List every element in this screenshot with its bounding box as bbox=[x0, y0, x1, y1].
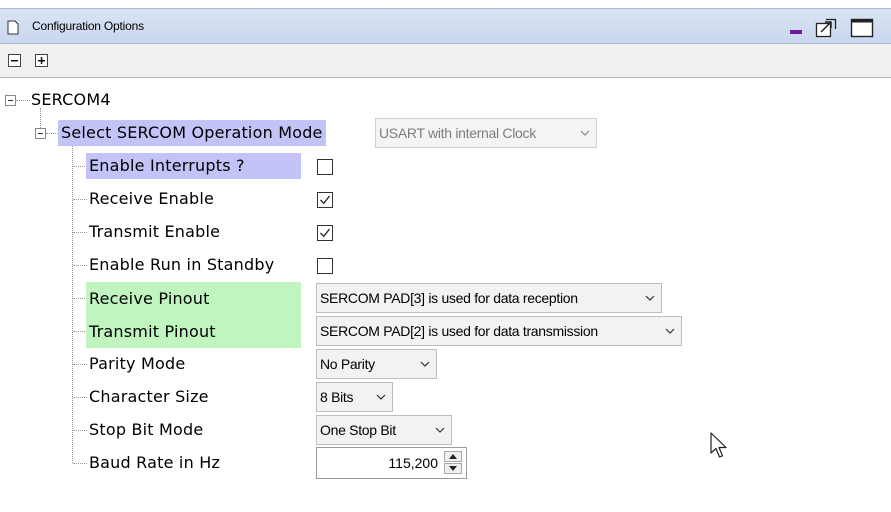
checkmark-icon bbox=[320, 228, 331, 238]
run-standby-checkbox[interactable] bbox=[317, 258, 333, 274]
chevron-down-icon bbox=[580, 130, 590, 136]
baud-rate-value[interactable]: 115,200 bbox=[388, 448, 438, 478]
tree-toolbar bbox=[0, 44, 891, 78]
tree-connector bbox=[73, 397, 87, 398]
tree-connector bbox=[73, 298, 87, 299]
parity-mode-label: Parity Mode bbox=[89, 354, 186, 373]
panel-titlebar: Configuration Options bbox=[0, 8, 891, 44]
minimize-icon[interactable] bbox=[788, 18, 806, 40]
tree-connector bbox=[73, 430, 87, 431]
spin-up-button[interactable] bbox=[444, 451, 462, 462]
tree-connector bbox=[73, 463, 87, 464]
checkmark-icon bbox=[320, 195, 331, 205]
operation-mode-value: USART with internal Clock bbox=[379, 125, 536, 141]
tree-connector bbox=[73, 364, 87, 365]
stop-bit-label: Stop Bit Mode bbox=[89, 420, 204, 439]
interrupts-label: Enable Interrupts ? bbox=[86, 153, 301, 179]
transmit-enable-checkbox[interactable] bbox=[317, 225, 333, 241]
receive-pinout-label: Receive Pinout bbox=[86, 282, 301, 315]
receive-enable-checkbox[interactable] bbox=[317, 192, 333, 208]
transmit-enable-label: Transmit Enable bbox=[89, 222, 221, 241]
baud-rate-spinner[interactable]: 115,200 bbox=[316, 447, 467, 479]
collapse-toggle-icon[interactable] bbox=[5, 95, 16, 106]
document-icon bbox=[7, 20, 19, 39]
stop-bit-value: One Stop Bit bbox=[320, 422, 396, 438]
chevron-down-icon bbox=[376, 394, 386, 400]
expand-all-icon[interactable] bbox=[35, 52, 48, 71]
restore-icon[interactable] bbox=[815, 18, 837, 42]
tree-root-sercom4[interactable]: SERCOM4 bbox=[31, 87, 111, 113]
spinner-buttons bbox=[444, 451, 464, 475]
collapse-toggle-icon[interactable] bbox=[35, 128, 46, 139]
configuration-tree: SERCOM4 Select SERCOM Operation Mode USA… bbox=[0, 78, 891, 512]
spin-down-button[interactable] bbox=[444, 463, 462, 474]
maximize-icon[interactable] bbox=[850, 18, 874, 42]
character-size-label: Character Size bbox=[89, 387, 209, 406]
interrupts-checkbox[interactable] bbox=[317, 159, 333, 175]
tree-connector bbox=[73, 232, 87, 233]
receive-pinout-select[interactable]: SERCOM PAD[3] is used for data reception bbox=[316, 283, 662, 313]
transmit-pinout-label: Transmit Pinout bbox=[86, 315, 301, 348]
panel-title: Configuration Options bbox=[32, 19, 144, 33]
run-standby-label: Enable Run in Standby bbox=[89, 255, 275, 274]
operation-mode-label: Select SERCOM Operation Mode bbox=[58, 120, 326, 146]
tree-connector bbox=[72, 138, 73, 463]
operation-mode-select[interactable]: USART with internal Clock bbox=[375, 118, 597, 148]
stop-bit-select[interactable]: One Stop Bit bbox=[316, 415, 452, 445]
chevron-down-icon bbox=[665, 328, 675, 334]
tree-connector bbox=[73, 331, 87, 332]
tree-connector bbox=[73, 199, 87, 200]
tree-connector bbox=[73, 265, 87, 266]
receive-enable-label: Receive Enable bbox=[89, 189, 215, 208]
character-size-value: 8 Bits bbox=[320, 389, 354, 405]
tree-connector bbox=[16, 100, 30, 101]
character-size-select[interactable]: 8 Bits bbox=[316, 382, 393, 412]
collapse-all-icon[interactable] bbox=[8, 52, 21, 71]
mouse-cursor-icon bbox=[710, 432, 727, 458]
parity-mode-select[interactable]: No Parity bbox=[316, 349, 437, 379]
chevron-down-icon bbox=[435, 427, 445, 433]
tree-connector bbox=[73, 166, 87, 167]
transmit-pinout-select[interactable]: SERCOM PAD[2] is used for data transmiss… bbox=[316, 316, 682, 346]
parity-mode-value: No Parity bbox=[320, 356, 375, 372]
chevron-down-icon bbox=[645, 295, 655, 301]
receive-pinout-value: SERCOM PAD[3] is used for data reception bbox=[320, 290, 578, 306]
transmit-pinout-value: SERCOM PAD[2] is used for data transmiss… bbox=[320, 323, 598, 339]
chevron-down-icon bbox=[420, 361, 430, 367]
baud-rate-label: Baud Rate in Hz bbox=[89, 453, 221, 472]
